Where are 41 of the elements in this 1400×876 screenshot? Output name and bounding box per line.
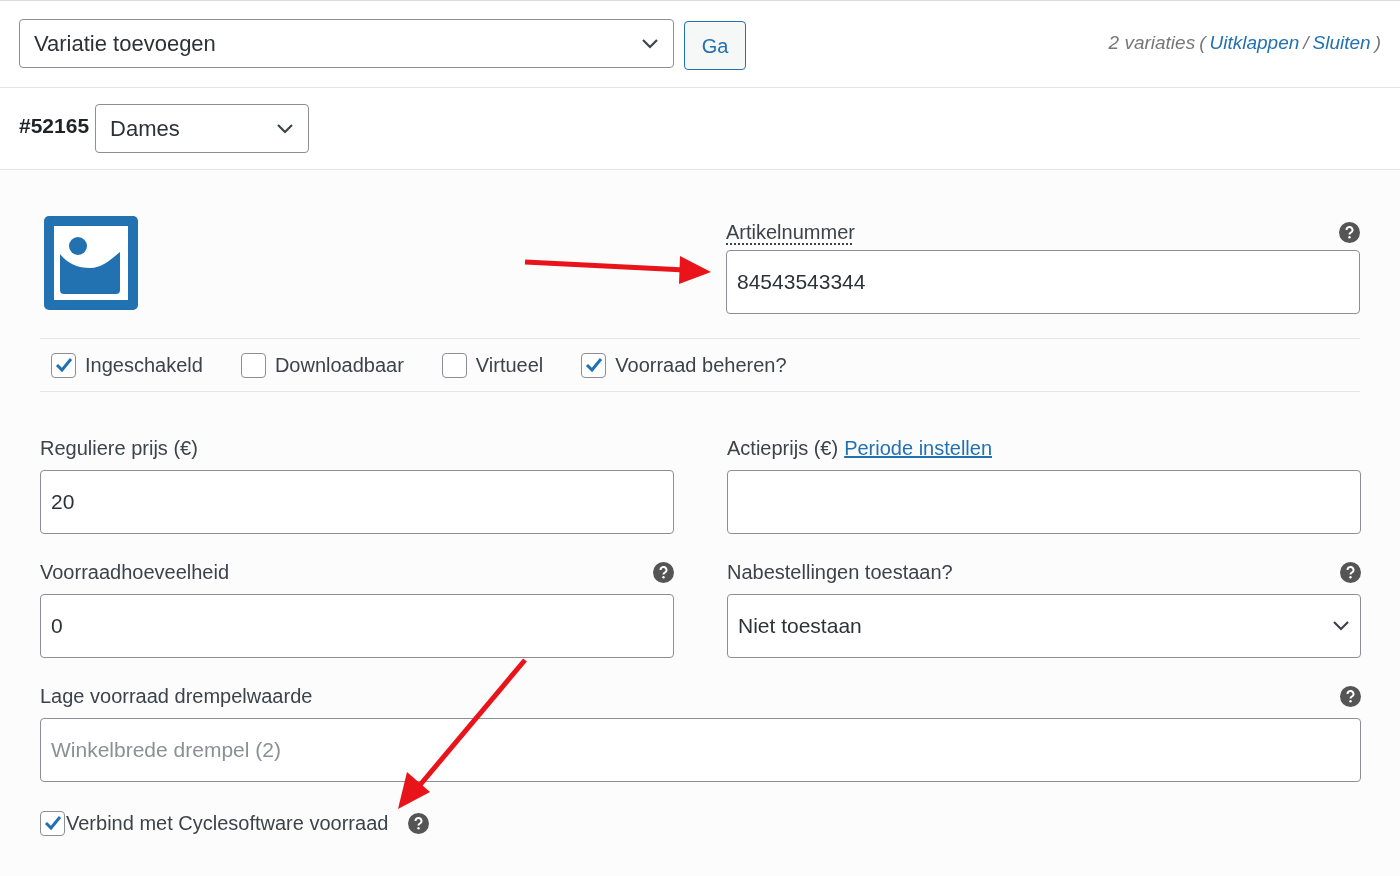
paren: ( [1199, 31, 1206, 55]
help-icon [1339, 221, 1360, 243]
checkbox-label: Verbind met Cyclesoftware voorraad [66, 811, 389, 836]
help-icon [408, 812, 430, 834]
paren: ) [1374, 31, 1381, 55]
checkbox[interactable] [581, 352, 607, 378]
expand-link[interactable]: Uitklappen [1209, 29, 1300, 58]
checkbox[interactable] [240, 352, 266, 378]
input-field[interactable]: 0 [40, 594, 674, 658]
separator: / [1303, 31, 1309, 55]
select-field[interactable]: Niet toestaan [727, 594, 1361, 658]
chevron-down-icon [1332, 620, 1350, 632]
help-icon [653, 561, 674, 583]
checkbox-label: Virtueel [475, 353, 544, 378]
help-icon [1340, 561, 1361, 583]
go-button[interactable]: Ga [684, 21, 746, 70]
help-icon [1340, 685, 1361, 707]
checkbox[interactable] [51, 352, 76, 378]
chevron-down-icon [641, 37, 659, 50]
field-label: Reguliere prijs (€) [40, 436, 198, 461]
variation-id: #52165 [19, 112, 90, 139]
checkbox-label: Voorraad beheren? [615, 353, 787, 378]
checkbox[interactable] [40, 810, 65, 836]
schedule-link[interactable]: Periode instellen [844, 433, 992, 463]
chevron-down-icon [276, 122, 295, 135]
field-label: Nabestellingen toestaan? [727, 560, 953, 585]
input-field[interactable] [727, 470, 1361, 534]
sku-input[interactable]: 84543543344 [726, 250, 1360, 314]
checkbox-label: Downloadbaar [274, 353, 404, 378]
input-field[interactable]: 20 [40, 470, 674, 534]
variation-count: 2 variaties [1108, 31, 1196, 55]
field-label: Actieprijs (€) [727, 436, 839, 461]
image-placeholder-icon[interactable] [44, 216, 138, 310]
add-variation-select[interactable]: Variatie toevoegen [19, 19, 674, 68]
checkbox-label: Ingeschakeld [85, 353, 203, 378]
field-label: Lage voorraad drempelwaarde [40, 684, 313, 709]
attribute-select[interactable]: Dames [95, 104, 310, 153]
field-label: Voorraadhoeveelheid [40, 560, 230, 585]
close-link[interactable]: Sluiten [1312, 29, 1371, 58]
checkbox[interactable] [441, 352, 467, 378]
field-label: Artikelnummer [726, 220, 855, 245]
